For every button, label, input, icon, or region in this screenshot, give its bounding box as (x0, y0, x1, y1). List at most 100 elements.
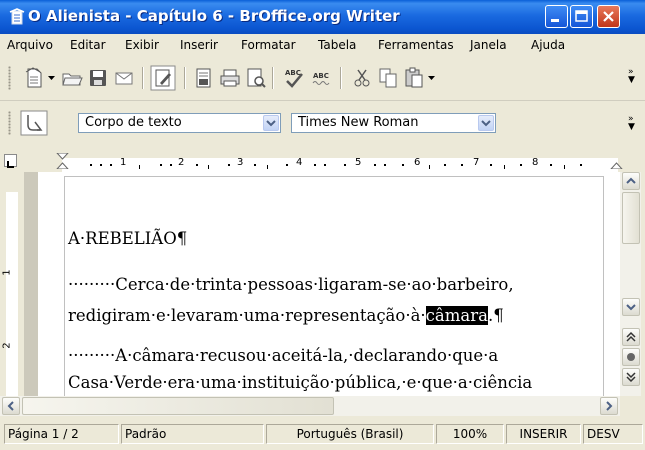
paragraph-1-line-2[interactable]: redigiram·e·levaram·uma·representação·à·… (68, 306, 504, 325)
selected-text[interactable]: câmara (425, 306, 488, 325)
vertical-scrollbar[interactable] (620, 172, 641, 396)
paragraph-style-value: Corpo de texto (85, 115, 182, 130)
paragraph-1-line-2-end: .¶ (487, 306, 504, 325)
menu-bar: Arquivo Editar Exibir Inserir Formatar T… (0, 34, 645, 58)
paragraph-1-line-1[interactable]: ·········Cerca·de·trinta·pessoas·ligaram… (68, 275, 514, 294)
font-name-combo[interactable]: Times New Roman (291, 113, 496, 133)
email-icon[interactable] (112, 66, 136, 90)
window-title: O Alienista - Capítulo 6 - BrOffice.org … (28, 7, 400, 25)
chevron-down-icon[interactable] (478, 115, 494, 131)
scroll-down-button[interactable] (622, 298, 640, 316)
font-name-value: Times New Roman (298, 115, 419, 130)
save-icon[interactable] (86, 66, 110, 90)
menu-exibir[interactable]: Exibir (125, 38, 159, 52)
chevron-up-icon (626, 177, 636, 184)
scroll-up-button[interactable] (622, 172, 640, 190)
svg-text:ABC: ABC (285, 69, 301, 77)
ruler-number: 4 (296, 157, 303, 168)
status-zoom[interactable]: 100% (436, 424, 504, 444)
double-up-icon (626, 331, 636, 342)
toolbar-grip[interactable] (8, 66, 11, 90)
styles-formatting-icon[interactable] (20, 110, 48, 136)
menu-ajuda[interactable]: Ajuda (531, 38, 565, 52)
export-pdf-icon[interactable] (192, 66, 216, 90)
left-indent-marker-icon[interactable] (56, 153, 70, 169)
formatting-toolbar: Corpo de texto Times New Roman » ▼ (0, 100, 645, 145)
paragraph-1-line-2-start: redigiram·e·levaram·uma·representação·à· (68, 306, 426, 325)
new-dropdown-icon[interactable] (48, 74, 56, 82)
cut-icon[interactable] (350, 66, 374, 90)
status-page-style[interactable]: Padrão (121, 424, 264, 444)
close-icon (603, 11, 614, 22)
title-bar[interactable]: O Alienista - Capítulo 6 - BrOffice.org … (0, 0, 645, 34)
minimize-button[interactable] (545, 5, 568, 28)
vertical-ruler-text-area (6, 192, 18, 396)
previous-page-button[interactable] (622, 328, 640, 346)
chevron-left-icon (7, 401, 14, 411)
chapter-heading[interactable]: A·REBELIÃO¶ (68, 229, 187, 248)
document-page[interactable]: A·REBELIÃO¶ ·········Cerca·de·trinta·pes… (38, 172, 620, 396)
edit-mode-icon[interactable] (150, 65, 176, 91)
menu-inserir[interactable]: Inserir (180, 38, 218, 52)
writer-app-icon[interactable] (8, 8, 26, 26)
minimize-icon (551, 19, 559, 22)
menu-editar[interactable]: Editar (70, 38, 106, 52)
vertical-scroll-thumb[interactable] (622, 192, 640, 244)
ruler-number: 6 (414, 157, 421, 168)
vertical-ruler-number: 2 (1, 342, 13, 349)
maximize-icon (575, 10, 588, 22)
paragraph-style-combo[interactable]: Corpo de texto (78, 113, 281, 133)
menu-arquivo[interactable]: Arquivo (7, 38, 53, 52)
ruler-number: 5 (355, 157, 362, 168)
status-page[interactable]: Página 1 / 2 (4, 424, 119, 444)
page-preview-icon[interactable] (244, 66, 268, 90)
vertical-ruler[interactable]: 1 2 (0, 172, 24, 396)
writer-window: O Alienista - Capítulo 6 - BrOffice.org … (0, 0, 645, 450)
vertical-ruler-number: 1 (1, 269, 13, 276)
status-language[interactable]: Português (Brasil) (266, 424, 434, 444)
spellcheck-icon[interactable]: ABC (282, 66, 306, 90)
toolbar-separator (340, 67, 342, 89)
autospellcheck-icon[interactable]: ABC (310, 66, 334, 90)
scroll-right-button[interactable] (600, 397, 618, 415)
chevron-right-icon (606, 401, 613, 411)
ruler-number: 8 (532, 157, 539, 168)
menu-formatar[interactable]: Formatar (241, 38, 296, 52)
standard-toolbar: ABC ABC » ▼ (0, 58, 645, 98)
right-indent-marker-icon[interactable] (610, 153, 624, 169)
chevron-down-icon[interactable] (263, 115, 279, 131)
tab-stop-selector-icon[interactable] (4, 154, 17, 168)
paste-dropdown-icon[interactable] (428, 74, 436, 82)
navigation-icon (627, 353, 635, 361)
menu-tabela[interactable]: Tabela (318, 38, 356, 52)
maximize-button[interactable] (570, 5, 593, 28)
paragraph-2-line-1[interactable]: ·········A·câmara·recusou·aceitá-la,·dec… (68, 346, 498, 365)
menu-ferramentas[interactable]: Ferramentas (378, 38, 454, 52)
ruler-number: 1 (120, 157, 127, 168)
toolbar-separator (272, 67, 274, 89)
toolbar-grip[interactable] (8, 111, 11, 135)
ruler-number: 3 (237, 157, 244, 168)
toolbar-overflow-icon[interactable]: » ▼ (628, 68, 635, 85)
navigator-button[interactable] (622, 348, 640, 366)
horizontal-ruler[interactable]: 1 2 3 4 5 6 7 8 (24, 153, 623, 174)
document-area[interactable]: A·REBELIÃO¶ ·········Cerca·de·trinta·pes… (24, 172, 620, 396)
toolbar-separator (142, 67, 144, 89)
close-button[interactable] (597, 5, 620, 28)
horizontal-ruler-area: 1 2 3 4 5 6 7 8 (0, 148, 645, 174)
scroll-left-button[interactable] (2, 397, 20, 415)
copy-icon[interactable] (376, 66, 400, 90)
paragraph-2-line-2[interactable]: Casa·Verde·era·uma·instituição·pública,·… (68, 373, 532, 392)
print-icon[interactable] (218, 66, 242, 90)
open-folder-icon[interactable] (60, 66, 84, 90)
paste-icon[interactable] (402, 66, 426, 90)
new-document-icon[interactable] (22, 66, 46, 90)
menu-janela[interactable]: Janela (470, 38, 507, 52)
horizontal-scrollbar[interactable] (0, 396, 620, 416)
next-page-button[interactable] (622, 368, 640, 386)
status-insert-mode[interactable]: INSERIR (506, 424, 581, 444)
ruler-number: 2 (178, 157, 185, 168)
status-selection-mode[interactable]: DESV (583, 424, 643, 444)
toolbar-overflow-icon[interactable]: » ▼ (628, 115, 635, 132)
horizontal-scroll-thumb[interactable] (22, 397, 334, 415)
